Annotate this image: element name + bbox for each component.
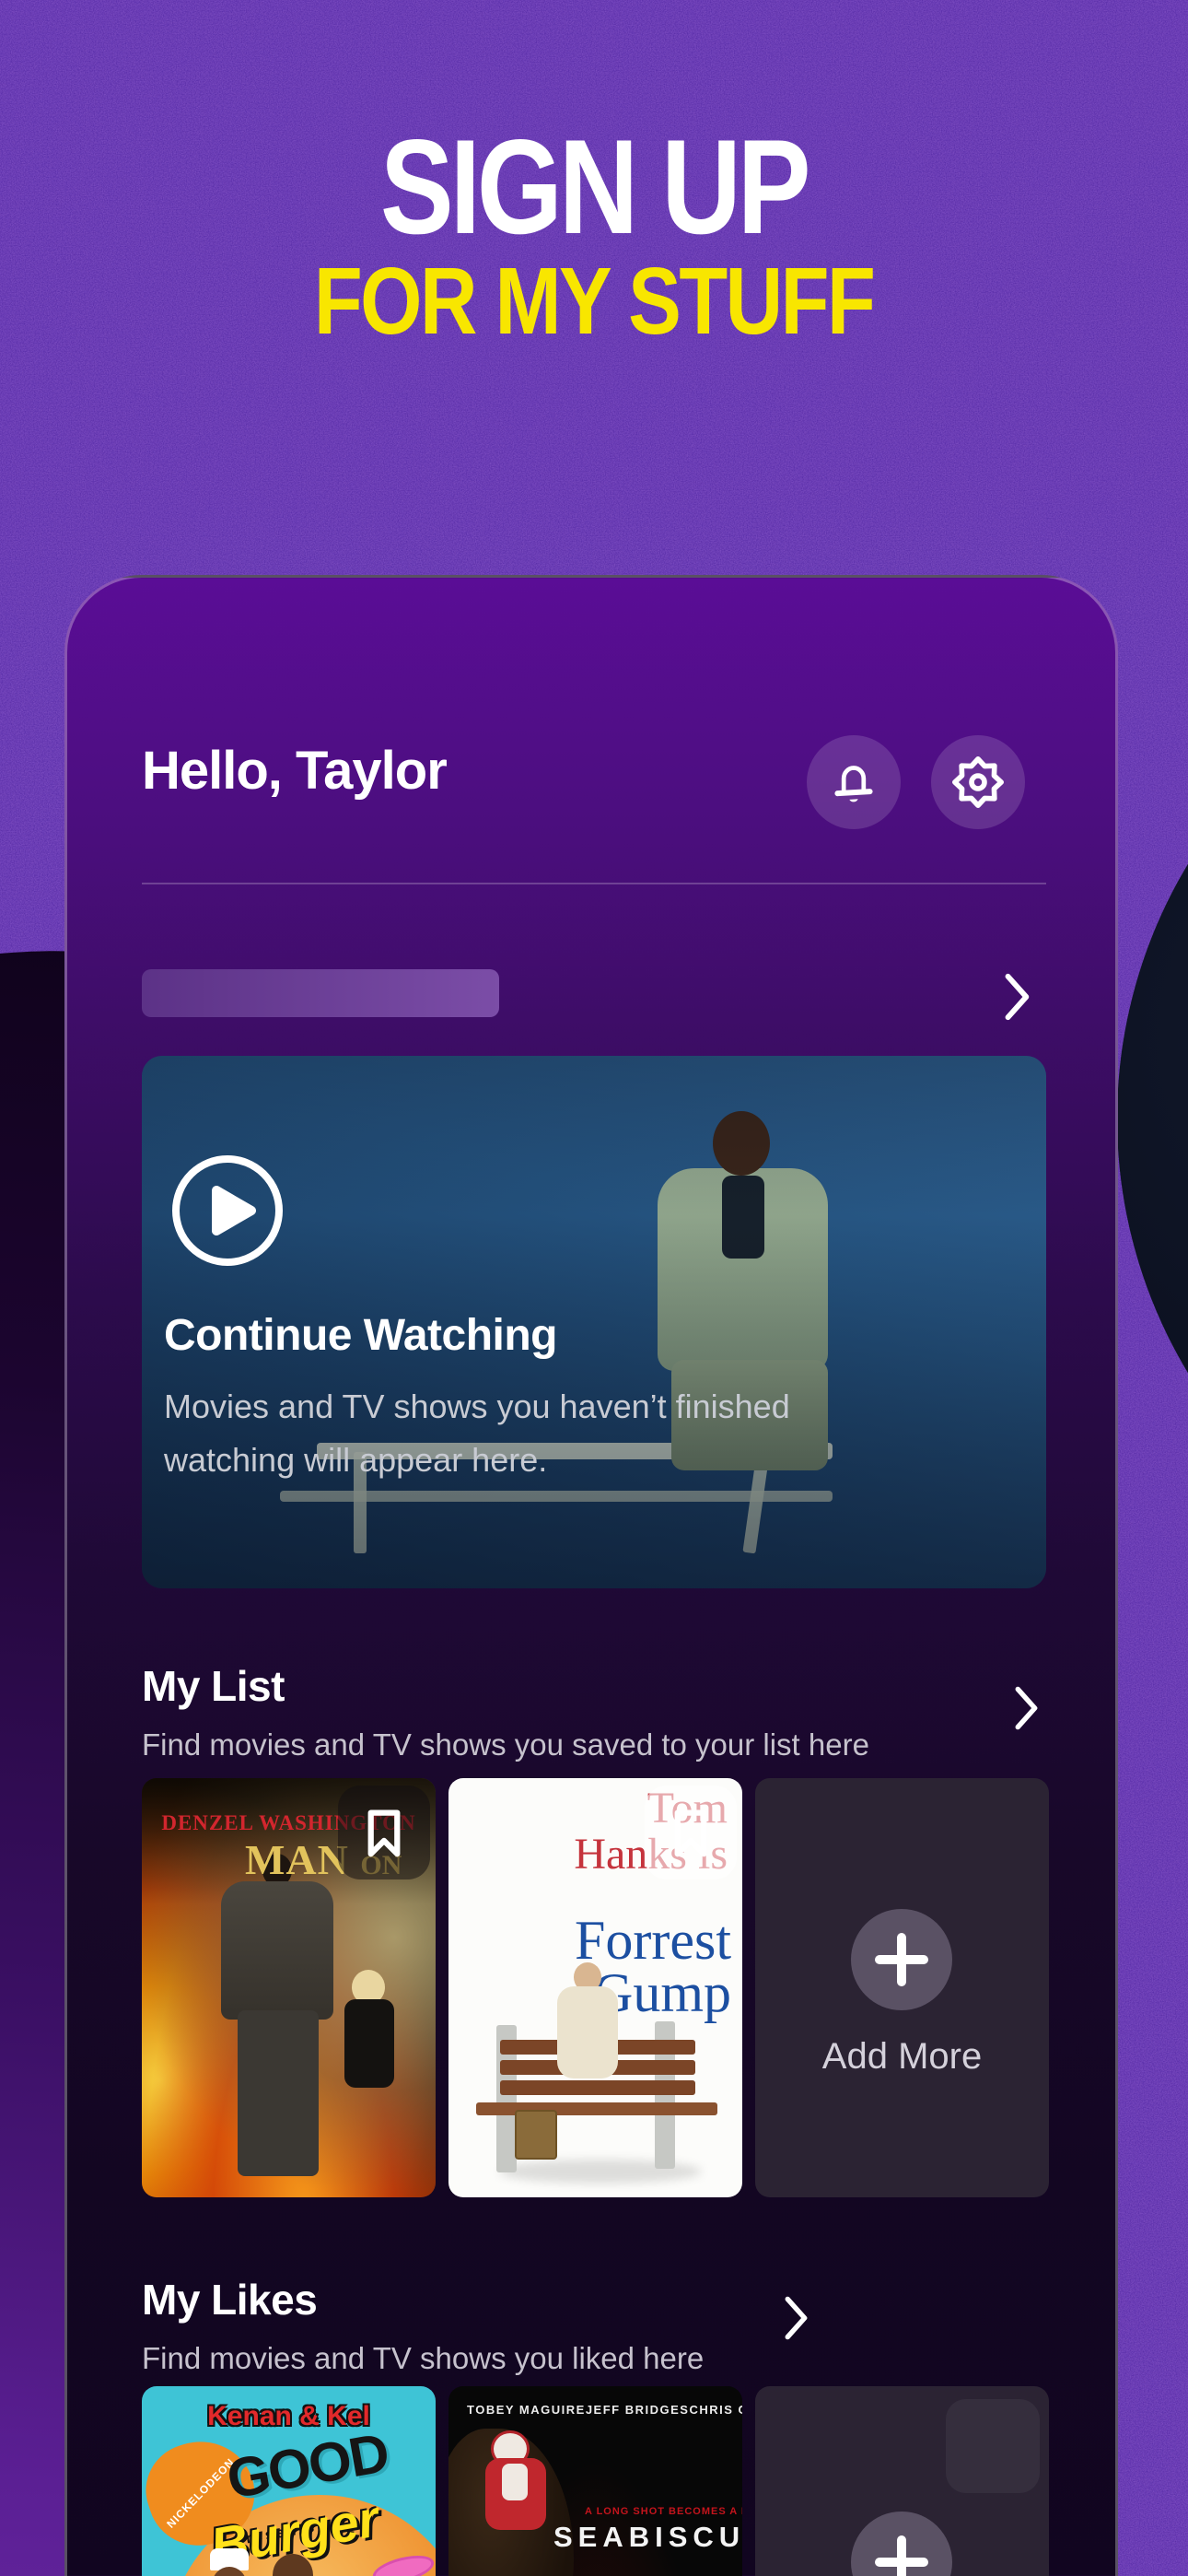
poster-tile-man-on-fire[interactable]: DENZEL WASHINGTON MAN ON [142,1778,436,2197]
add-more-button[interactable] [851,1909,952,2010]
poster-art [502,2464,528,2500]
bookmark-icon [674,1809,707,1857]
play-icon [172,1155,283,1266]
poster-tile-seabiscuit[interactable]: TOBEY MAGUIRE JEFF BRIDGES CHRIS COOPER … [448,2386,742,2576]
phone-mockup: Hello, Taylor Continue Watching Movies a… [64,575,1118,2576]
add-more-label: Add More [821,2036,983,2077]
my-list-title: My List [142,1662,285,1710]
my-list-chevron-button[interactable] [1008,1680,1045,1737]
greeting-text: Hello, Taylor [142,741,448,801]
bench-art [500,2080,695,2095]
poster-art [557,1986,618,2078]
add-more-button[interactable] [851,2512,952,2576]
bookmark-badge-placeholder [946,2399,1040,2493]
bookmark-badge[interactable] [338,1786,430,1879]
chevron-right-icon [785,2296,808,2340]
screenshot-root: SIGN UP FOR MY STUFF Hello, Taylor Conti… [0,0,1188,2576]
continue-watching-description: Movies and TV shows you haven’t finished… [164,1388,790,1480]
plus-icon [875,1933,928,1986]
poster-art [221,1881,333,2020]
poster-actors-row: TOBEY MAGUIRE JEFF BRIDGES CHRIS COOPER [448,2403,742,2417]
my-likes-chevron-button[interactable] [778,2289,815,2347]
actor-name: CHRIS COOPER [689,2403,742,2417]
poster-tile-forrest-gump[interactable]: Tom Hanks is Forrest Gump [448,1778,742,2197]
plus-icon [875,2535,928,2576]
poster-art [238,2010,319,2176]
poster-art [344,1999,394,2088]
hero-headline: SIGN UP FOR MY STUFF [0,111,1188,354]
chevron-right-icon [1005,973,1030,1021]
actor-name: TOBEY MAGUIRE [467,2403,586,2417]
poster-tagline: A LONG SHOT BECOMES A LEGEND. [585,2506,742,2517]
continue-watching-card[interactable]: Continue Watching Movies and TV shows yo… [142,1056,1046,1588]
bell-icon [834,766,873,802]
gear-icon [952,756,1004,808]
add-more-tile[interactable]: Add More [755,1778,1049,2197]
my-likes-subtitle: Find movies and TV shows you liked here [142,2341,705,2375]
actor-name: JEFF BRIDGES [585,2403,690,2417]
settings-button[interactable] [931,735,1025,829]
bookmark-badge[interactable] [645,1786,737,1879]
poster-art [515,2110,557,2160]
hero-title-line2: FOR MY STUFF [314,248,876,354]
play-button[interactable] [169,1152,286,1270]
add-more-tile[interactable] [755,2386,1049,2576]
my-list-subtitle: Find movies and TV shows you saved to yo… [142,1727,869,1762]
poster-header-text: Kenan & Kel [207,2401,370,2431]
continue-watching-title: Continue Watching [164,1311,558,1360]
loading-placeholder-bar [142,969,499,1017]
hero-title-line1: SIGN UP [380,111,811,262]
notifications-button[interactable] [807,735,901,829]
poster-tile-good-burger[interactable]: Kenan & Kel NICKELODEON presents GOOD Bu… [142,2386,436,2576]
loading-row-chevron-button[interactable] [999,968,1036,1025]
bench-art [476,2102,717,2115]
poster-title-line1: Forrest [575,1910,731,1971]
poster-title-text: SEABISCUIT [553,2521,742,2553]
poster-title-main: MAN [245,1836,349,1883]
divider [142,883,1046,884]
my-likes-title: My Likes [142,2276,318,2324]
bookmark-icon [367,1809,401,1857]
chevron-right-icon [1015,1686,1038,1730]
